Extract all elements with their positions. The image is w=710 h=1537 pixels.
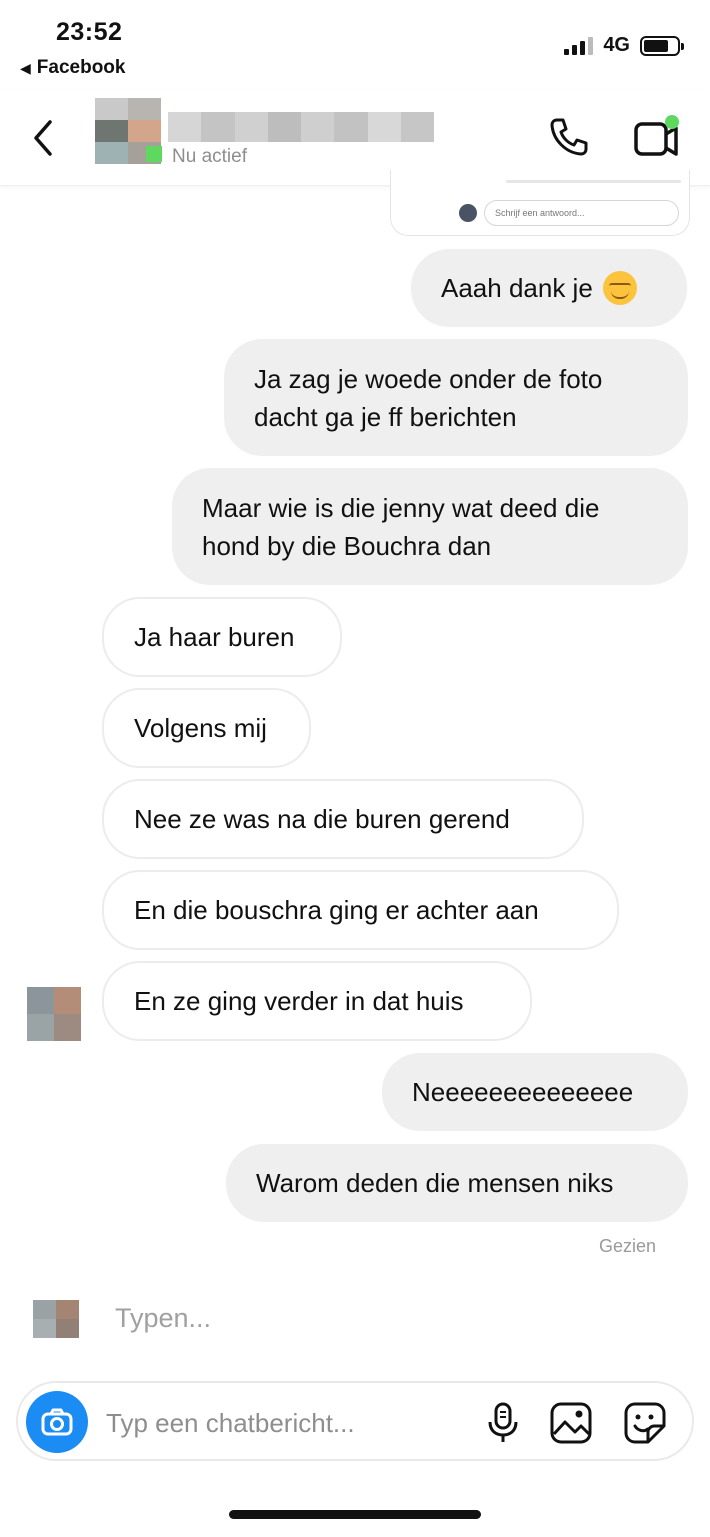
phone-icon[interactable] xyxy=(548,116,590,158)
camera-icon xyxy=(41,1408,73,1436)
message-input[interactable] xyxy=(106,1405,466,1441)
message-bubble-sent[interactable]: Neeeeeeeeeeeeee xyxy=(382,1053,688,1131)
contact-status: Nu actief xyxy=(172,146,247,167)
message-bubble-received[interactable]: Nee ze was na die buren gerend xyxy=(102,779,584,859)
message-bubble-received[interactable]: En die bouschra ging er achter aan xyxy=(102,870,619,950)
network-type: 4G xyxy=(603,34,630,56)
message-line: Ja zag je woede onder de foto xyxy=(254,363,603,394)
back-triangle-icon: ◀ xyxy=(20,59,31,76)
message-text: Ja haar buren xyxy=(134,622,295,652)
message-bubble-sent[interactable]: Warom deden die mensen niks xyxy=(226,1144,688,1222)
message-text: Neeeeeeeeeeeeee xyxy=(412,1077,634,1107)
status-time: 23:52 xyxy=(56,18,123,46)
microphone-icon[interactable] xyxy=(480,1400,526,1446)
message-bubble-received[interactable]: Ja haar buren xyxy=(102,597,342,677)
home-indicator[interactable] xyxy=(229,1510,481,1519)
message-line: dacht ga je ff berichten xyxy=(254,401,517,432)
battery-fill xyxy=(644,39,668,52)
message-bubble-received[interactable]: Volgens mij xyxy=(102,688,311,768)
message-line: hond by die Bouchra dan xyxy=(202,530,492,561)
gallery-icon[interactable] xyxy=(548,1400,594,1446)
battery-icon xyxy=(640,35,684,56)
signal-icon xyxy=(564,36,594,55)
video-call-icon[interactable] xyxy=(632,114,682,160)
sticker-icon[interactable] xyxy=(622,1400,668,1446)
back-arrow-icon[interactable] xyxy=(28,118,60,158)
smiling-face-emoji-icon xyxy=(602,271,637,305)
shared-post-preview[interactable]: Schrijf een antwoord... xyxy=(390,170,690,236)
message-text: En die bouschra ging er achter aan xyxy=(134,895,539,925)
contact-name-blurred[interactable] xyxy=(168,112,434,142)
status-indicators: 4G xyxy=(564,34,684,57)
online-indicator xyxy=(146,146,162,162)
message-line: Maar wie is die jenny wat deed die xyxy=(202,492,600,523)
message-bubble-sent[interactable]: Aaah dank je xyxy=(411,249,687,327)
message-text: En ze ging verder in dat huis xyxy=(134,986,464,1016)
message-bubble-sent[interactable]: Maar wie is die jenny wat deed die hond … xyxy=(172,468,688,585)
message-text: Nee ze was na die buren gerend xyxy=(134,804,510,834)
message-text: Volgens mij xyxy=(134,713,267,743)
back-app-label: Facebook xyxy=(36,57,126,78)
message-composer xyxy=(16,1381,694,1461)
preview-avatar xyxy=(459,204,477,222)
message-bubble-sent[interactable]: Ja zag je woede onder de foto dacht ga j… xyxy=(224,339,688,456)
sender-avatar[interactable] xyxy=(27,987,81,1041)
preview-meta-line xyxy=(506,180,681,183)
message-text: Aaah dank je xyxy=(441,273,593,303)
preview-reply-field: Schrijf een antwoord... xyxy=(484,200,679,226)
typing-avatar xyxy=(33,1300,79,1338)
typing-indicator: Typen... xyxy=(115,1303,212,1333)
camera-button[interactable] xyxy=(26,1391,88,1453)
back-to-app-link[interactable]: ◀ Facebook xyxy=(20,57,125,79)
message-bubble-received[interactable]: En ze ging verder in dat huis xyxy=(102,961,532,1041)
message-text: Warom deden die mensen niks xyxy=(256,1168,614,1198)
seen-receipt: Gezien xyxy=(598,1236,656,1256)
